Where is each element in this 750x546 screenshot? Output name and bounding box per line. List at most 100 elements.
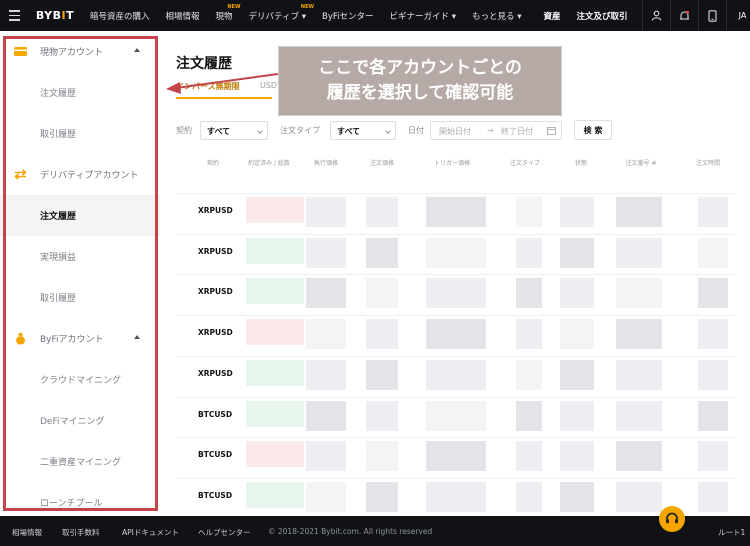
redacted-cell [306,237,346,268]
new-badge: NEW [227,4,241,10]
redacted-cell [516,400,542,431]
contract-symbol[interactable]: XRPUSD [198,247,233,256]
search-button[interactable]: 検 索 [574,120,612,140]
redacted-cell [366,278,398,309]
calendar-icon[interactable] [547,126,556,137]
sidebar-item-cloud-mining[interactable]: クラウドマイニング [0,359,160,400]
redacted-cell [366,441,398,472]
nav-buy-crypto[interactable]: 暗号資産の購入 [82,0,158,31]
headset-icon [666,512,678,524]
end-date-field[interactable]: 終了日付 [501,126,533,137]
redacted-cell [306,319,346,350]
nav-spot[interactable]: 現物 NEW [208,0,241,31]
sidebar-group-spot[interactable]: 現物アカウント [0,31,160,72]
sidebar-item-dual-asset-mining[interactable]: 二重資産マイニング [0,441,160,482]
sidebar-item-realized-pnl[interactable]: 実現損益 [0,236,160,277]
redacted-cell [560,197,594,227]
column-header: 状態 [574,160,587,167]
contract-symbol[interactable]: BTCUSD [198,450,232,459]
footer: 相場情報 取引手数料 APIドキュメント ヘルプセンター © 2018-2021… [0,516,750,546]
nav-derivatives[interactable]: デリバティブ ▾ NEW [241,0,314,31]
language-selector[interactable]: JA [726,0,750,31]
contract-symbol[interactable]: XRPUSD [198,328,233,337]
bybit-logo[interactable]: BYBIT [28,9,82,22]
redacted-cell [698,319,728,350]
redacted-cell [616,400,662,431]
footer-link-markets[interactable]: 相場情報 [12,527,42,538]
footer-link-api-docs[interactable]: APIドキュメント [122,527,179,538]
date-range-picker[interactable]: 開始日付 → 終了日付 [430,121,562,140]
row-divider [176,396,736,398]
contract-symbol[interactable]: XRPUSD [198,206,233,215]
column-header: 執行価格 [313,160,338,167]
bell-icon[interactable] [670,0,698,31]
contract-symbol[interactable]: XRPUSD [198,287,233,296]
start-date-field[interactable]: 開始日付 [439,126,471,137]
sidebar-group-byfi[interactable]: ByFiアカウント [0,318,160,359]
nav-more[interactable]: もっと見る ▾ [464,0,529,31]
contract-symbol[interactable]: BTCUSD [198,410,232,419]
copyright: © 2018-2021 Bybit.com. All rights reserv… [268,527,433,536]
redacted-cell [698,237,728,268]
footer-link-help-center[interactable]: ヘルプセンター [198,527,251,538]
redacted-cell [366,319,398,350]
menu-icon[interactable] [0,0,28,31]
nav-beginner-guide[interactable]: ビギナーガイド ▾ [382,0,464,31]
redacted-cell [560,481,594,512]
redacted-cell [516,481,542,512]
collapse-icon[interactable] [134,48,140,52]
redacted-cell [246,359,304,386]
sidebar-item-spot-trade-history[interactable]: 取引履歴 [0,113,160,154]
redacted-cell [366,481,398,512]
sidebar: 現物アカウント 注文履歴 取引履歴 デリバティブアカウント 注文履歴 実現損益 … [0,31,160,516]
contract-select[interactable]: すべて [200,121,268,140]
collapse-icon[interactable] [134,335,140,339]
redacted-cell [560,400,594,431]
sidebar-item-derivatives-order-history[interactable]: 注文履歴 [0,195,160,236]
order-history-table: 契約 約定済み / 総数 執行価格 注文価格 トリガー価格 注文タイプ 状態 注… [176,149,736,516]
chevron-down-icon [257,128,263,134]
sidebar-item-derivatives-trade-history[interactable]: 取引履歴 [0,277,160,318]
nav-assets[interactable]: 資産 [529,0,568,31]
sidebar-item-defi-mining[interactable]: DeFiマイニング [0,400,160,441]
user-icon[interactable] [642,0,670,31]
sidebar-group-label: 現物アカウント [40,48,104,58]
redacted-cell [516,359,542,390]
redacted-cell [246,237,304,264]
column-header: 注文時間 [695,160,720,167]
footer-link-route[interactable]: ルート1 [718,527,745,538]
date-arrow: → [487,126,494,135]
contract-symbol[interactable]: XRPUSD [198,369,233,378]
redacted-cell [246,319,304,346]
contract-symbol[interactable]: BTCUSD [198,491,232,500]
redacted-cell [306,400,346,431]
nav-orders-trades[interactable]: 注文及び取引 [569,0,636,31]
redacted-cell [616,278,662,309]
row-divider [176,315,736,317]
order-type-select[interactable]: すべて [330,121,396,140]
redacted-cell [560,359,594,390]
column-header: 注文価格 [369,160,394,167]
redacted-cell [698,359,728,390]
nav-markets[interactable]: 相場情報 [158,0,208,31]
row-divider [176,355,736,357]
column-header: 注文番号 # [625,160,657,167]
redacted-cell [426,359,486,390]
nav-byfi-center[interactable]: ByFiセンター [314,0,382,31]
redacted-cell [516,237,542,268]
redacted-cell [246,481,304,508]
redacted-cell [698,441,728,472]
customer-support-button[interactable] [659,506,685,532]
sidebar-item-spot-order-history[interactable]: 注文履歴 [0,72,160,113]
row-divider [176,437,736,439]
redacted-cell [616,481,662,512]
footer-link-fees[interactable]: 取引手数料 [62,527,100,538]
sidebar-group-label: ByFiアカウント [40,335,104,345]
redacted-cell [516,319,542,350]
redacted-cell [698,197,728,227]
redacted-cell [616,359,662,390]
sidebar-group-derivatives[interactable]: デリバティブアカウント [0,154,160,195]
mobile-icon[interactable] [698,0,726,31]
tab-inverse-perpetual[interactable]: インバース無期限 [176,81,272,99]
column-header: 約定済み / 総数 [248,160,290,167]
